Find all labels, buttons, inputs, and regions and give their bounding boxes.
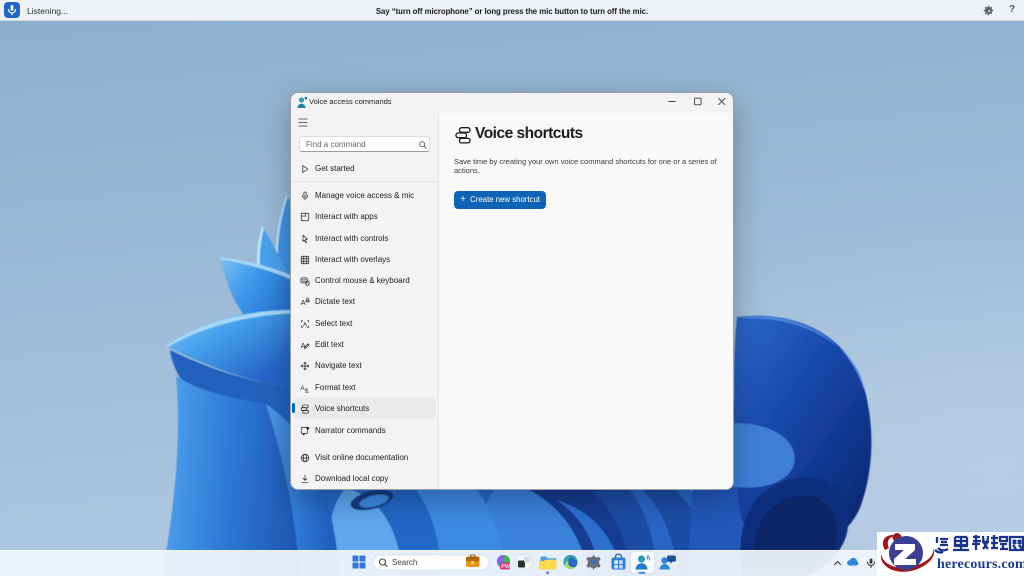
- svg-text:A: A: [301, 298, 306, 307]
- svg-text:PW: PW: [501, 564, 511, 570]
- svg-text:Search: Search: [392, 558, 417, 567]
- svg-text:A: A: [303, 321, 308, 328]
